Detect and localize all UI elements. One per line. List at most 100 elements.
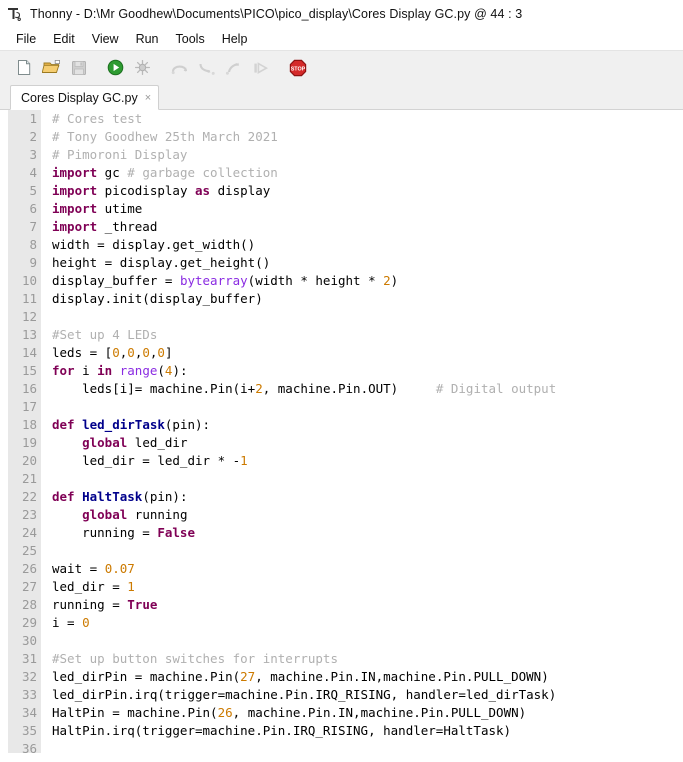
code-line[interactable]: 22 def HaltTask(pin):	[0, 488, 683, 506]
code-line[interactable]: 19 global led_dir	[0, 434, 683, 452]
code-text-area[interactable]: 1 # Cores test 2 # Tony Goodhew 25th March …	[0, 110, 683, 753]
resume-button[interactable]	[247, 55, 274, 81]
step-into-button[interactable]	[193, 55, 220, 81]
code-line[interactable]: 24 running = False	[0, 524, 683, 542]
code-line-source: width = display.get_width()	[52, 237, 256, 252]
line-number: 3	[29, 147, 37, 162]
menu-edit[interactable]: Edit	[45, 30, 84, 48]
code-line-source	[41, 398, 52, 416]
line-number: 28	[21, 597, 37, 612]
open-file-button[interactable]	[38, 55, 65, 81]
menu-file[interactable]: File	[8, 30, 45, 48]
line-number: 25	[21, 543, 37, 558]
line-number: 5	[29, 183, 37, 198]
run-play-icon	[106, 58, 125, 77]
step-out-button[interactable]	[220, 55, 247, 81]
code-line[interactable]: 28 running = True	[0, 596, 683, 614]
code-line-source: global led_dir	[82, 435, 188, 450]
code-line[interactable]: 17	[0, 398, 683, 416]
code-line[interactable]: 33 led_dirPin.irq(trigger=machine.Pin.IRQ…	[0, 686, 683, 704]
resume-icon	[251, 59, 271, 77]
code-line[interactable]: 18 def led_dirTask(pin):	[0, 416, 683, 434]
svg-text:STOP: STOP	[290, 66, 305, 72]
code-line-source: import gc # garbage collection	[52, 165, 278, 180]
new-file-button[interactable]	[11, 55, 38, 81]
code-line[interactable]: 8 width = display.get_width()	[0, 236, 683, 254]
debug-script-button[interactable]	[129, 55, 156, 81]
line-number: 34	[21, 705, 37, 720]
code-line-source: import picodisplay as display	[52, 183, 271, 198]
toolbar: STOP	[0, 50, 683, 84]
code-line[interactable]: 2 # Tony Goodhew 25th March 2021	[0, 128, 683, 146]
code-line[interactable]: 6 import utime	[0, 200, 683, 218]
tab-cores-display-gc[interactable]: Cores Display GC.py ×	[10, 85, 160, 110]
tab-close-icon[interactable]: ×	[145, 92, 151, 104]
code-line[interactable]: 9 height = display.get_height()	[0, 254, 683, 272]
code-line[interactable]: 11 display.init(display_buffer)	[0, 290, 683, 308]
code-editor[interactable]: 1 # Cores test 2 # Tony Goodhew 25th March …	[0, 110, 683, 753]
code-line[interactable]: 16 leds[i]= machine.Pin(i+2, machine.Pin…	[0, 380, 683, 398]
code-line[interactable]: 5 import picodisplay as display	[0, 182, 683, 200]
stop-backend-button[interactable]: STOP	[284, 55, 311, 81]
code-line[interactable]: 30	[0, 632, 683, 650]
code-line-source	[41, 470, 52, 488]
code-line-source: led_dirPin.irq(trigger=machine.Pin.IRQ_R…	[52, 687, 557, 702]
code-line-source: HaltPin.irq(trigger=machine.Pin.IRQ_RISI…	[52, 723, 512, 738]
step-into-icon	[197, 59, 217, 77]
code-line[interactable]: 31 #Set up button switches for interrupts	[0, 650, 683, 668]
code-line[interactable]: 25	[0, 542, 683, 560]
code-line[interactable]: 3 # Pimoroni Display	[0, 146, 683, 164]
code-line[interactable]: 1 # Cores test	[0, 110, 683, 128]
code-line-source: running = True	[52, 597, 158, 612]
code-line-source	[41, 308, 52, 326]
line-number: 19	[21, 435, 37, 450]
code-line[interactable]: 29 i = 0	[0, 614, 683, 632]
menu-help[interactable]: Help	[214, 30, 257, 48]
code-line[interactable]: 23 global running	[0, 506, 683, 524]
line-number: 13	[21, 327, 37, 342]
line-number: 8	[29, 237, 37, 252]
code-line[interactable]: 34 HaltPin = machine.Pin(26, machine.Pin.…	[0, 704, 683, 722]
step-over-button[interactable]	[166, 55, 193, 81]
code-line-source: leds[i]= machine.Pin(i+2, machine.Pin.OU…	[52, 381, 557, 396]
line-number: 20	[21, 453, 37, 468]
line-number: 14	[21, 345, 37, 360]
code-line[interactable]: 15 for i in range(4):	[0, 362, 683, 380]
code-line-source: def HaltTask(pin):	[52, 489, 188, 504]
code-line[interactable]: 32 led_dirPin = machine.Pin(27, machine.P…	[0, 668, 683, 686]
run-script-button[interactable]	[102, 55, 129, 81]
code-line[interactable]: 4 import gc # garbage collection	[0, 164, 683, 182]
line-number: 27	[21, 579, 37, 594]
line-number: 31	[21, 651, 37, 666]
code-line[interactable]: 36	[0, 740, 683, 753]
line-number: 35	[21, 723, 37, 738]
line-number: 22	[21, 489, 37, 504]
code-line[interactable]: 7 import _thread	[0, 218, 683, 236]
step-over-icon	[170, 59, 190, 77]
code-line-source: display_buffer = bytearray(width * heigh…	[52, 273, 399, 288]
line-number: 24	[21, 525, 37, 540]
menu-run[interactable]: Run	[128, 30, 168, 48]
code-line[interactable]: 10 display_buffer = bytearray(width * hei…	[0, 272, 683, 290]
line-number: 4	[29, 165, 37, 180]
code-line[interactable]: 12	[0, 308, 683, 326]
new-file-icon	[15, 58, 34, 77]
step-out-icon	[224, 59, 244, 77]
code-line[interactable]: 20 led_dir = led_dir * -1	[0, 452, 683, 470]
menu-tools[interactable]: Tools	[168, 30, 214, 48]
code-line[interactable]: 21	[0, 470, 683, 488]
line-number: 9	[29, 255, 37, 270]
code-line-source: # Pimoroni Display	[52, 147, 188, 162]
code-line[interactable]: 26 wait = 0.07	[0, 560, 683, 578]
code-line[interactable]: 35 HaltPin.irq(trigger=machine.Pin.IRQ_RI…	[0, 722, 683, 740]
open-folder-icon	[41, 58, 62, 77]
code-line[interactable]: 14 leds = [0,0,0,0]	[0, 344, 683, 362]
save-file-button[interactable]	[65, 55, 92, 81]
code-line[interactable]: 13 #Set up 4 LEDs	[0, 326, 683, 344]
editor-tab-strip: Cores Display GC.py ×	[0, 84, 683, 110]
line-number: 17	[21, 399, 37, 414]
line-number: 11	[21, 291, 37, 306]
line-number: 7	[29, 219, 37, 234]
menu-view[interactable]: View	[84, 30, 128, 48]
code-line[interactable]: 27 led_dir = 1	[0, 578, 683, 596]
